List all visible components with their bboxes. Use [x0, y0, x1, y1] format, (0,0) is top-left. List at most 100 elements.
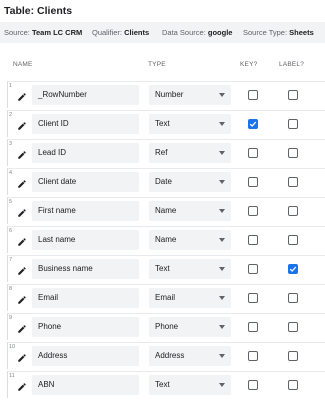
column-type-select[interactable]: Text: [149, 259, 231, 279]
meta-source-value: Team LC CRM: [31, 28, 83, 37]
check-icon: [249, 121, 257, 127]
column-name-field[interactable]: Client date: [32, 172, 139, 192]
column-type-value: Name: [155, 206, 177, 215]
column-name-field[interactable]: Client ID: [32, 114, 139, 134]
column-type-value: Phone: [155, 322, 179, 331]
row-number: 5: [9, 199, 13, 205]
caret-down-icon: [219, 267, 225, 271]
column-type-select[interactable]: Phone: [149, 317, 231, 337]
pencil-icon[interactable]: [17, 263, 27, 275]
caret-down-icon: [219, 93, 225, 97]
pencil-icon[interactable]: [17, 321, 27, 333]
label-checkbox[interactable]: [288, 322, 298, 332]
row-number: 3: [9, 141, 13, 147]
table-row: 2 Client ID Text: [7, 110, 325, 137]
label-checkbox[interactable]: [288, 177, 298, 187]
table-row: 5 First name Name: [7, 197, 325, 224]
pencil-icon[interactable]: [17, 147, 27, 159]
label-checkbox[interactable]: [288, 264, 298, 274]
column-name-field[interactable]: Address: [32, 346, 139, 366]
pencil-icon[interactable]: [17, 89, 27, 101]
column-type-select[interactable]: Address: [149, 346, 231, 366]
column-name-field[interactable]: First name: [32, 201, 139, 221]
column-type-select[interactable]: Name: [149, 201, 231, 221]
column-type-value: Address: [155, 351, 185, 360]
pencil-icon[interactable]: [17, 234, 27, 246]
header-name: NAME: [13, 61, 33, 68]
table-row: 1 _RowNumber Number: [7, 81, 325, 108]
label-checkbox[interactable]: [288, 235, 298, 245]
label-checkbox[interactable]: [288, 148, 298, 158]
pencil-icon[interactable]: [17, 350, 27, 362]
label-checkbox[interactable]: [288, 90, 298, 100]
row-number: 4: [9, 170, 13, 176]
column-type-value: Number: [155, 90, 184, 99]
caret-down-icon: [219, 151, 225, 155]
key-checkbox[interactable]: [248, 351, 258, 361]
column-name-field[interactable]: Business name: [32, 259, 139, 279]
column-type-select[interactable]: Date: [149, 172, 231, 192]
caret-down-icon: [219, 325, 225, 329]
caret-down-icon: [219, 180, 225, 184]
label-checkbox[interactable]: [288, 119, 298, 129]
key-checkbox[interactable]: [248, 322, 258, 332]
label-checkbox[interactable]: [288, 351, 298, 361]
label-checkbox[interactable]: [288, 380, 298, 390]
meta-sourcetype-value: Sheets: [289, 28, 314, 37]
table-row: 11 ABN Text: [7, 371, 325, 398]
column-type-value: Text: [155, 264, 170, 273]
column-type-select[interactable]: Number: [149, 85, 231, 105]
key-checkbox[interactable]: [248, 177, 258, 187]
row-number: 1: [9, 83, 13, 89]
key-checkbox[interactable]: [248, 90, 258, 100]
column-type-value: Text: [155, 380, 170, 389]
key-checkbox[interactable]: [248, 206, 258, 216]
caret-down-icon: [219, 383, 225, 387]
column-type-value: Name: [155, 235, 177, 244]
column-name-field[interactable]: Phone: [32, 317, 139, 337]
key-checkbox[interactable]: [248, 264, 258, 274]
table-row: 9 Phone Phone: [7, 313, 325, 340]
pencil-icon[interactable]: [17, 292, 27, 304]
meta-datasource: Data Source: google: [162, 28, 233, 37]
table-row: 8 Email Email: [7, 284, 325, 311]
column-type-value: Text: [155, 119, 170, 128]
row-number: 2: [9, 112, 13, 118]
label-checkbox[interactable]: [288, 206, 298, 216]
column-name-field[interactable]: Email: [32, 288, 139, 308]
header-key: KEY?: [240, 61, 258, 68]
column-name-field[interactable]: _RowNumber: [32, 85, 139, 105]
pencil-icon[interactable]: [17, 118, 27, 130]
column-type-select[interactable]: Text: [149, 114, 231, 134]
key-checkbox[interactable]: [248, 148, 258, 158]
key-checkbox[interactable]: [248, 119, 258, 129]
page-title: Table: Clients: [4, 5, 73, 17]
meta-source: Source: Team LC CRM: [4, 28, 83, 37]
table-row: 7 Business name Text: [7, 255, 325, 282]
column-type-select[interactable]: Email: [149, 288, 231, 308]
pencil-icon[interactable]: [17, 176, 27, 188]
row-number: 9: [9, 315, 13, 321]
key-checkbox[interactable]: [248, 293, 258, 303]
row-number: 7: [9, 257, 13, 263]
caret-down-icon: [219, 209, 225, 213]
column-type-select[interactable]: Text: [149, 375, 231, 395]
column-type-select[interactable]: Ref: [149, 143, 231, 163]
column-type-value: Email: [155, 293, 176, 302]
row-number: 11: [9, 373, 15, 379]
column-name-field[interactable]: Last name: [32, 230, 139, 250]
check-icon: [289, 266, 297, 272]
key-checkbox[interactable]: [248, 380, 258, 390]
header-type: TYPE: [148, 61, 166, 68]
pencil-icon[interactable]: [17, 205, 27, 217]
label-checkbox[interactable]: [288, 293, 298, 303]
table-meta-bar: Source: Team LC CRM Qualifier: Clients D…: [0, 22, 325, 43]
row-number: 10: [9, 344, 16, 350]
key-checkbox[interactable]: [248, 235, 258, 245]
column-name-field[interactable]: Lead ID: [32, 143, 139, 163]
column-type-select[interactable]: Name: [149, 230, 231, 250]
column-name-field[interactable]: ABN: [32, 375, 139, 395]
pencil-icon[interactable]: [17, 379, 27, 391]
header-label: LABEL?: [279, 61, 305, 68]
meta-sourcetype: Source Type: Sheets: [243, 28, 314, 37]
